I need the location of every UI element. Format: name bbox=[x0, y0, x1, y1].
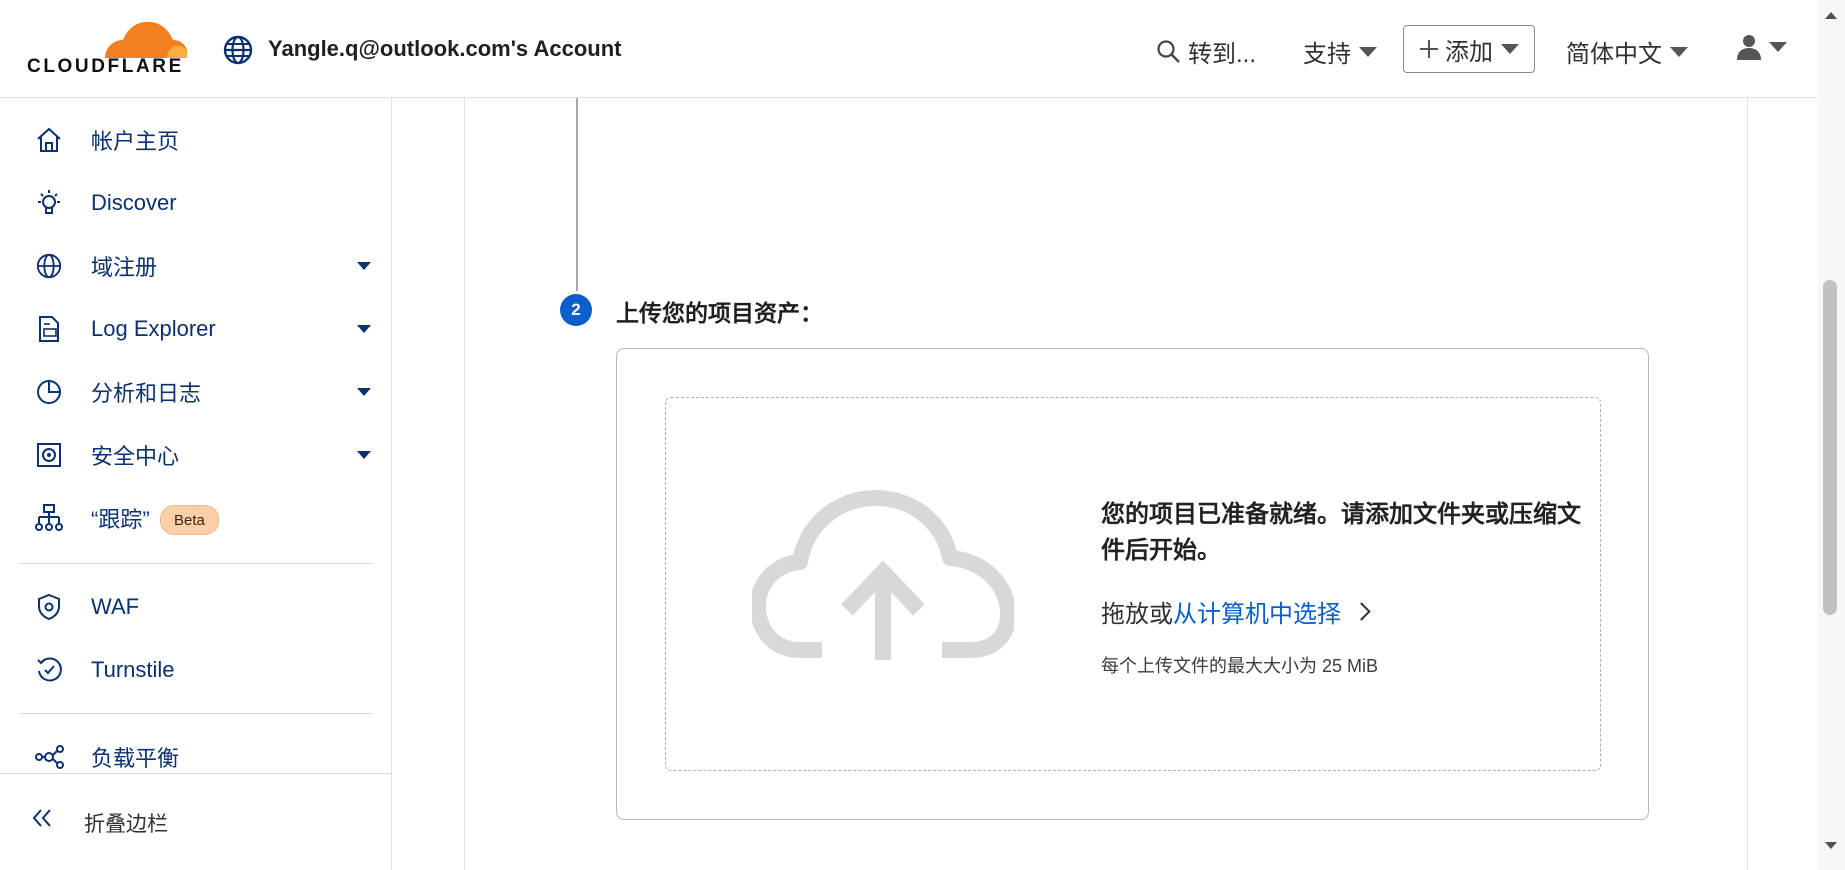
scroll-down-arrow-icon[interactable] bbox=[1825, 842, 1837, 849]
cloudflare-logo[interactable]: CLOUDFLARE bbox=[27, 20, 188, 78]
sidebar-item-log-explorer[interactable]: Log Explorer bbox=[0, 304, 391, 354]
sidebar-item-label: WAF bbox=[91, 594, 140, 619]
sidebar-item-account-home[interactable]: 帐户主页 bbox=[0, 115, 391, 165]
sitemap-icon bbox=[34, 503, 64, 533]
chevron-down-icon[interactable] bbox=[357, 451, 371, 459]
turnstile-icon bbox=[34, 655, 64, 685]
cloud-upload-icon bbox=[752, 490, 1014, 660]
sidebar-item-label: “跟踪” bbox=[91, 507, 150, 532]
pie-chart-icon bbox=[34, 377, 64, 407]
cloudflare-cloud-icon bbox=[105, 21, 188, 59]
globe-icon bbox=[34, 251, 64, 281]
double-chevron-left-icon bbox=[30, 806, 54, 835]
sidebar-item-label: Turnstile bbox=[91, 657, 175, 682]
sidebar-item-discover[interactable]: Discover bbox=[0, 178, 391, 228]
chevron-down-icon[interactable] bbox=[357, 325, 371, 333]
sidebar-divider bbox=[20, 563, 372, 564]
lightbulb-icon bbox=[34, 188, 64, 218]
chevron-right-icon[interactable] bbox=[1352, 602, 1371, 621]
project-ready-message: 您的项目已准备就绪。请添加文件夹或压缩文件后开始。 bbox=[1101, 501, 1581, 564]
sidebar-divider bbox=[20, 713, 372, 714]
step-number-badge: 2 bbox=[560, 294, 592, 326]
collapse-sidebar-label: 折叠边栏 bbox=[84, 813, 168, 836]
add-label: 添加 bbox=[1445, 38, 1493, 66]
chevron-down-icon[interactable] bbox=[357, 262, 371, 270]
top-header: CLOUDFLARE Yangle.q@outlook.com's Accoun… bbox=[0, 0, 1818, 98]
collapse-sidebar-button[interactable]: 折叠边栏 bbox=[0, 773, 391, 870]
sidebar-item-label: Discover bbox=[91, 190, 177, 215]
language-menu[interactable]: 简体中文 bbox=[1566, 34, 1688, 69]
select-from-computer-link[interactable]: 从计算机中选择 bbox=[1173, 594, 1341, 629]
support-label: 支持 bbox=[1303, 41, 1351, 68]
load-balancer-icon bbox=[34, 742, 64, 772]
step-connector-line bbox=[576, 98, 578, 291]
chevron-down-icon bbox=[1359, 46, 1377, 57]
sidebar-item-security-center[interactable]: 安全中心 bbox=[0, 430, 391, 480]
scrollbar-thumb[interactable] bbox=[1823, 280, 1837, 615]
chevron-down-icon[interactable] bbox=[357, 388, 371, 396]
search-icon bbox=[1157, 39, 1180, 63]
sidebar-item-label: Log Explorer bbox=[91, 316, 216, 341]
sidebar: 帐户主页 Discover 域注册 Log Explorer 分析和日志 安全中… bbox=[0, 98, 392, 870]
sidebar-item-analytics-logs[interactable]: 分析和日志 bbox=[0, 367, 391, 417]
chevron-down-icon bbox=[1769, 42, 1787, 52]
sidebar-item-label: 帐户主页 bbox=[91, 129, 180, 154]
safe-icon bbox=[34, 440, 64, 470]
goto-search[interactable]: 转到... bbox=[1156, 34, 1256, 69]
step-title: 上传您的项目资产： bbox=[616, 300, 823, 326]
support-menu[interactable]: 支持 bbox=[1303, 34, 1377, 69]
sidebar-item-label: 负载平衡 bbox=[91, 746, 180, 771]
chevron-down-icon bbox=[1670, 46, 1688, 57]
goto-label: 转到... bbox=[1188, 41, 1257, 68]
account-name[interactable]: Yangle.q@outlook.com's Account bbox=[268, 36, 621, 62]
language-label: 简体中文 bbox=[1566, 41, 1662, 68]
max-file-size-note: 每个上传文件的最大大小为 25 MiB bbox=[1101, 656, 1379, 676]
sidebar-item-label: 域注册 bbox=[91, 255, 158, 280]
sidebar-item-waf[interactable]: WAF bbox=[0, 582, 391, 632]
drop-prefix: 拖放或 bbox=[1101, 601, 1173, 628]
home-icon bbox=[34, 125, 64, 155]
sidebar-item-traces[interactable]: “跟踪” Beta bbox=[0, 493, 391, 543]
add-button[interactable]: 添加 bbox=[1403, 25, 1535, 73]
chevron-down-icon bbox=[1501, 44, 1519, 54]
beta-badge: Beta bbox=[160, 505, 219, 535]
drop-or-select-line: 拖放或 从计算机中选择 bbox=[1101, 594, 1371, 629]
user-menu[interactable] bbox=[1737, 34, 1787, 60]
plus-icon bbox=[1420, 40, 1438, 58]
sidebar-item-turnstile[interactable]: Turnstile bbox=[0, 645, 391, 695]
user-icon bbox=[1737, 35, 1761, 60]
sidebar-item-label: 安全中心 bbox=[91, 444, 180, 469]
logo-wordmark: CLOUDFLARE bbox=[27, 56, 184, 77]
log-document-icon bbox=[34, 314, 64, 344]
globe-icon bbox=[223, 35, 253, 65]
sidebar-item-label: 分析和日志 bbox=[91, 381, 202, 406]
shield-gear-icon bbox=[34, 592, 64, 622]
scroll-up-arrow-icon[interactable] bbox=[1825, 12, 1837, 19]
sidebar-item-domain-registration[interactable]: 域注册 bbox=[0, 241, 391, 291]
